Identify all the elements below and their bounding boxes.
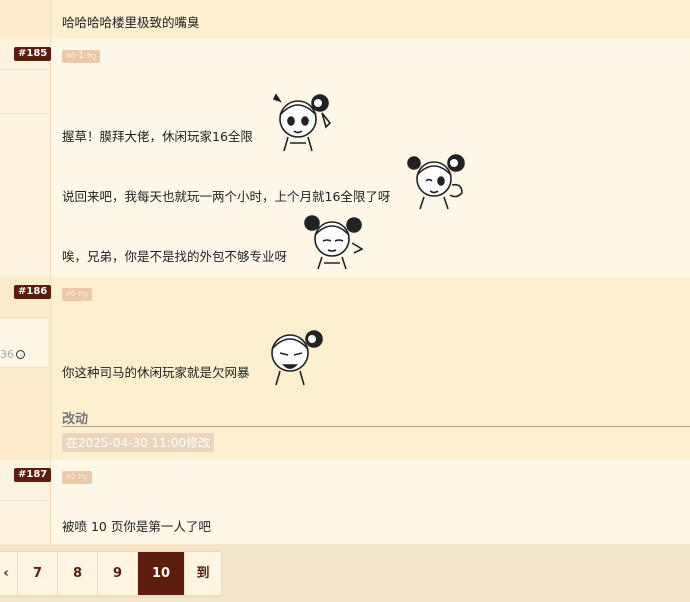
page-8-button[interactable]: 8 [58,552,98,595]
thumb-up-icon[interactable]: 👍︎ [66,288,75,301]
pagination: ‹ 7 8 9 10 到 [0,551,222,596]
divider [62,426,690,427]
goto-page-button[interactable]: 到 [185,552,221,595]
post-sidebar [0,0,51,39]
post-text: 被喷 10 页你是第一人了吧 [62,519,211,534]
level-icon [16,350,25,359]
thumb-down-icon[interactable]: 👎︎ [78,288,87,301]
thumb-down-icon[interactable]: 👎︎ [78,471,87,484]
post-line-2: 说回来吧，我每天也就玩一两个小时，上个月就16全限了呀 [62,189,391,204]
post-sidebar: #185 [0,39,52,277]
thumb-up-icon[interactable]: 👍︎ [66,471,75,484]
thumb-down-icon[interactable]: 👎︎ [87,50,96,63]
post-text: 你这种司马的休闲玩家就是欠网暴 [62,365,250,380]
post-185: #185 👍︎ 1 👎︎ 握草！膜拜大佬，休闲玩家16全限 说回来吧，我每天也就 [0,39,690,277]
floor-badge: #186 [14,285,52,299]
post-186: #186 36 👍︎ 👎︎ 你这种司马的休闲玩家就是欠网暴 改动 在2025-0… [0,277,690,460]
post-line-1: 握草！膜拜大佬，休闲玩家16全限 [62,129,253,144]
page-9-button[interactable]: 9 [98,552,138,595]
post-line-3: 唉，兄弟，你是不是找的外包不够专业呀 [62,249,288,264]
sticker-image [304,215,364,270]
thumb-up-icon[interactable]: 👍︎ [66,50,75,63]
floor-badge: #185 [14,47,52,61]
post-187: #187 👍︎ 👎︎ 被喷 10 页你是第一人了吧 [0,460,690,544]
post-top: 哈哈哈哈楼里极致的嘴臭 [0,0,690,39]
vote-bar[interactable]: 👍︎ 1 👎︎ [62,50,101,63]
vote-bar[interactable]: 👍︎ 👎︎ [62,288,92,301]
edit-timestamp: 在2025-04-30 11:00修改 [62,433,215,452]
page-prev-button[interactable]: ‹ [0,552,18,595]
sticker-image [271,330,323,386]
vote-bar[interactable]: 👍︎ 👎︎ [62,471,92,484]
sticker-image [272,93,332,152]
vote-count: 1 [78,51,85,61]
sticker-image [407,154,465,210]
post-sidebar: #186 36 [0,277,52,460]
page-10-button[interactable]: 10 [138,552,185,595]
post-sidebar: #187 [0,460,52,544]
post-text: 哈哈哈哈楼里极致的嘴臭 [62,15,200,30]
page-7-button[interactable]: 7 [18,552,58,595]
user-level: 36 [0,348,14,361]
edit-section-title: 改动 [62,412,89,427]
floor-badge: #187 [14,468,52,482]
